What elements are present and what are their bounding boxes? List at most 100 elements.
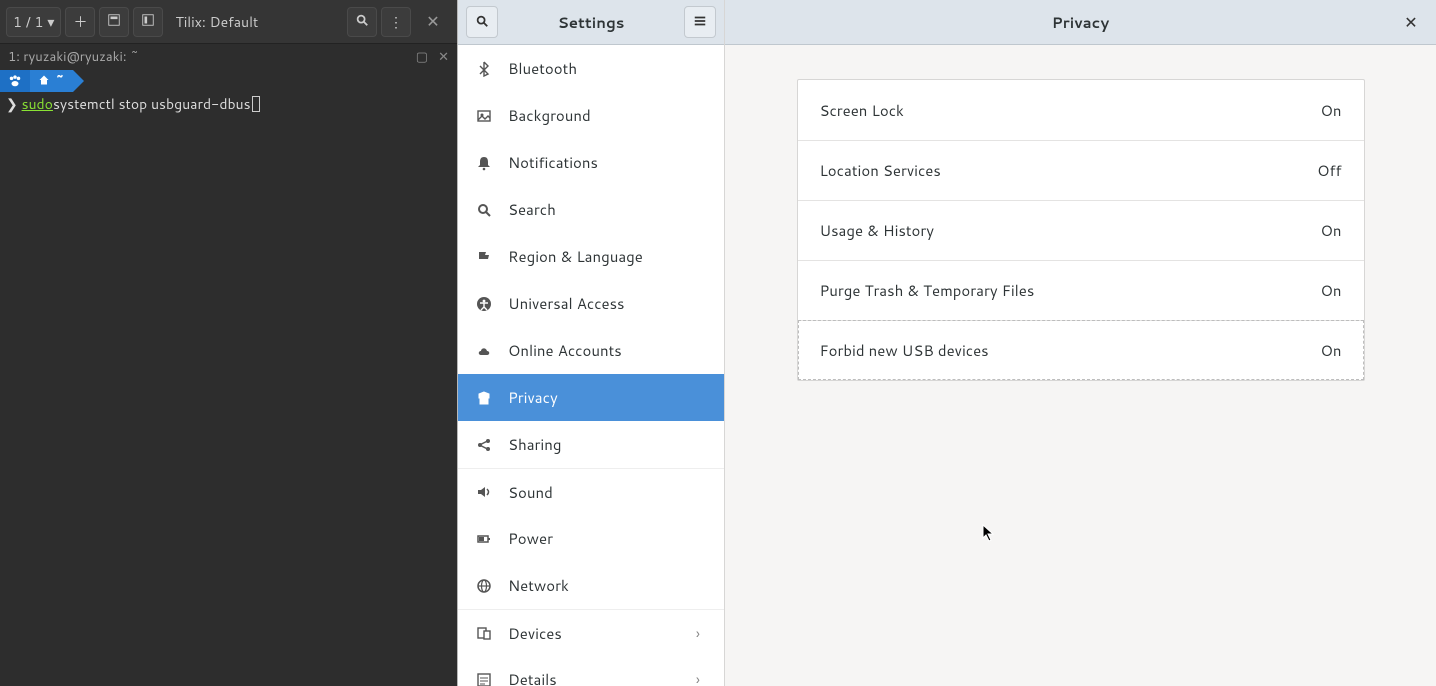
home-icon	[38, 71, 50, 91]
privacy-row-usage-history[interactable]: Usage & History On	[798, 200, 1364, 260]
privacy-row-label: Forbid new USB devices	[820, 340, 989, 361]
settings-search-button[interactable]	[466, 6, 498, 38]
settings-hamburger-button[interactable]	[684, 6, 716, 38]
sidebar-item-label: Sound	[508, 482, 706, 503]
sidebar-item-devices[interactable]: Devices›	[458, 609, 724, 656]
tilix-split-right-button[interactable]	[133, 7, 163, 37]
tilix-tab-close-button[interactable]: ✕	[438, 48, 449, 66]
prompt-tilde: ~	[55, 71, 65, 91]
sidebar-item-universal-access[interactable]: Universal Access	[458, 280, 724, 327]
settings-sidebar: Settings Bluetooth Background Notification…	[458, 0, 725, 686]
sharing-icon	[476, 437, 492, 453]
sidebar-item-background[interactable]: Background	[458, 92, 724, 139]
privacy-row-value: On	[1321, 280, 1342, 301]
privacy-row-value: On	[1321, 100, 1342, 121]
prompt-path: ~	[30, 70, 73, 92]
sidebar-item-label: Privacy	[508, 387, 706, 408]
terminal-cursor	[252, 96, 260, 112]
close-icon: ✕	[438, 48, 449, 66]
command-rest: systemctl stop usbguard-dbus	[53, 94, 251, 114]
chevron-right-icon: ›	[690, 672, 706, 686]
kebab-icon: ⋮	[389, 12, 403, 32]
sidebar-item-bluetooth[interactable]: Bluetooth	[458, 45, 724, 92]
search-icon	[476, 202, 492, 218]
settings-nav-list: Bluetooth Background Notifications Search Re…	[458, 45, 724, 686]
privacy-list: Screen Lock On Location Services Off Usage &…	[797, 79, 1365, 381]
paw-icon	[0, 70, 30, 92]
sidebar-item-power[interactable]: Power	[458, 515, 724, 562]
sidebar-item-label: Background	[508, 105, 706, 126]
sidebar-item-sound[interactable]: Sound	[458, 468, 724, 515]
sidebar-item-search[interactable]: Search	[458, 186, 724, 233]
panel-title: Privacy	[1052, 12, 1109, 33]
sidebar-item-label: Notifications	[508, 152, 706, 173]
tilix-tab-label: 1: ryuzaki@ryuzaki: ~	[8, 48, 139, 66]
terminal-area[interactable]: ~ ❯ sudo systemctl stop usbguard-dbus	[0, 70, 457, 686]
tilix-tab-maximize-button[interactable]: ▢	[416, 48, 428, 66]
tilix-search-button[interactable]	[347, 7, 377, 37]
sidebar-item-label: Network	[508, 575, 706, 596]
sidebar-item-sharing[interactable]: Sharing	[458, 421, 724, 468]
sidebar-item-online-accounts[interactable]: Online Accounts	[458, 327, 724, 374]
privacy-row-value: On	[1321, 220, 1342, 241]
sound-icon	[476, 484, 492, 500]
privacy-row-value: On	[1321, 340, 1342, 361]
tilix-tab-controls: ▢ ✕	[416, 48, 449, 66]
tilix-menu-button[interactable]: ⋮	[381, 7, 411, 37]
details-icon	[476, 672, 492, 686]
split-right-icon	[141, 12, 155, 32]
privacy-row-value: Off	[1317, 160, 1341, 181]
search-icon	[475, 11, 489, 34]
close-icon: ✕	[426, 10, 439, 33]
prompt-badge-row: ~	[0, 70, 457, 92]
command-line: ❯ sudo systemctl stop usbguard-dbus	[0, 92, 457, 116]
sidebar-item-label: Devices	[508, 623, 674, 644]
sidebar-item-privacy[interactable]: Privacy	[458, 374, 724, 421]
sidebar-item-label: Universal Access	[508, 293, 706, 314]
cloud-icon	[476, 343, 492, 359]
tilix-pager-button[interactable]: 1 / 1 ▾	[6, 7, 61, 37]
settings-sidebar-header: Settings	[458, 0, 724, 45]
hamburger-icon	[693, 11, 707, 34]
tilix-headerbar: 1 / 1 ▾ ＋ Tilix: Default ⋮ ✕	[0, 0, 457, 44]
network-icon	[476, 578, 492, 594]
devices-icon	[476, 625, 492, 641]
privacy-row-label: Location Services	[820, 160, 941, 181]
tilix-pager-label: 1 / 1	[13, 12, 43, 32]
sidebar-item-label: Search	[508, 199, 706, 220]
settings-main: Privacy ✕ Screen Lock On Location Services…	[725, 0, 1436, 686]
privacy-row-purge-trash-temporary-files[interactable]: Purge Trash & Temporary FilesOn	[798, 260, 1364, 320]
region-icon	[476, 249, 492, 265]
tilix-window: 1 / 1 ▾ ＋ Tilix: Default ⋮ ✕	[0, 0, 457, 686]
sidebar-item-label: Online Accounts	[508, 340, 706, 361]
tilix-add-terminal-button[interactable]: ＋	[65, 7, 95, 37]
privacy-row-location-services[interactable]: Location Services Off	[798, 140, 1364, 200]
sidebar-item-label: Sharing	[508, 434, 706, 455]
prompt-caret: ❯	[6, 94, 18, 114]
background-icon	[476, 108, 492, 124]
mouse-cursor-icon	[982, 524, 996, 548]
command-sudo: sudo	[22, 94, 53, 114]
sidebar-item-label: Bluetooth	[508, 58, 706, 79]
chevron-down-icon: ▾	[47, 12, 54, 32]
sidebar-item-details[interactable]: Details›	[458, 656, 724, 686]
tilix-split-down-button[interactable]	[99, 7, 129, 37]
sidebar-item-label: Power	[508, 528, 706, 549]
sidebar-item-region-language[interactable]: Region & Language	[458, 233, 724, 280]
privacy-icon	[476, 390, 492, 406]
tilix-close-button[interactable]: ✕	[415, 10, 451, 33]
privacy-row-label: Screen Lock	[820, 100, 904, 121]
sidebar-item-label: Region & Language	[508, 246, 706, 267]
settings-close-button[interactable]: ✕	[1396, 0, 1426, 45]
sidebar-item-notifications[interactable]: Notifications	[458, 139, 724, 186]
settings-main-header: Privacy ✕	[725, 0, 1436, 45]
maximize-icon: ▢	[416, 48, 428, 66]
privacy-panel: Screen Lock On Location Services Off Usage &…	[725, 45, 1436, 415]
privacy-row-forbid-new-usb-devices[interactable]: Forbid new USB devices On	[798, 320, 1364, 380]
close-icon: ✕	[1404, 11, 1417, 34]
privacy-row-label: Usage & History	[820, 220, 935, 241]
sidebar-item-network[interactable]: Network	[458, 562, 724, 609]
tilix-window-title: Tilix: Default	[167, 12, 343, 32]
search-icon	[355, 12, 369, 32]
privacy-row-screen-lock[interactable]: Screen Lock On	[798, 80, 1364, 140]
